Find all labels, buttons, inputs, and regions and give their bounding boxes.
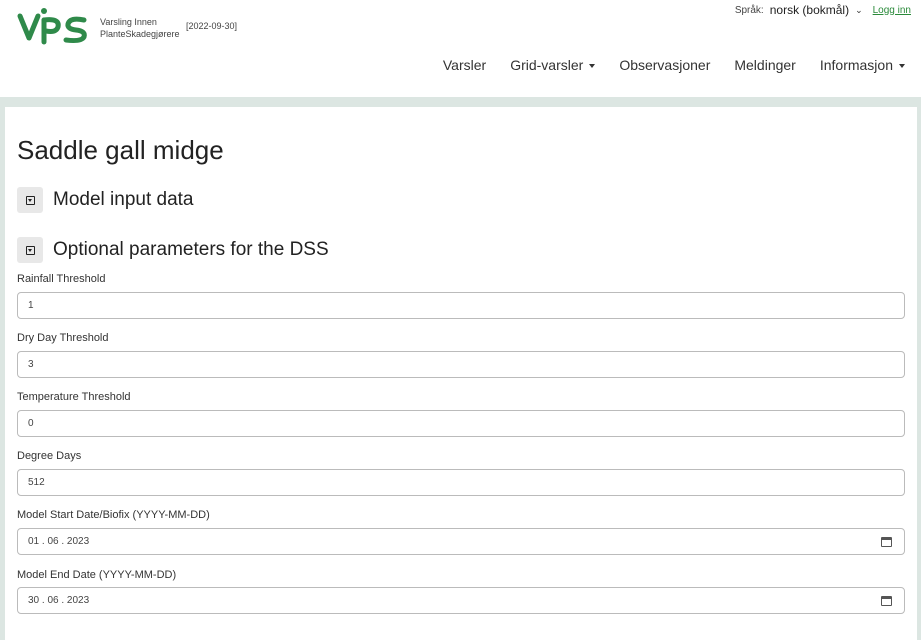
degree-days-input[interactable]: 512 <box>17 469 905 496</box>
login-link[interactable]: Logg inn <box>873 5 911 16</box>
nav-item-varsler[interactable]: Varsler <box>443 57 486 73</box>
section-title: Optional parameters for the DSS <box>53 239 329 260</box>
field-value: 30 . 06 . 2023 <box>28 595 90 606</box>
field-value: 1 <box>28 300 34 311</box>
model-start-date-label: Model Start Date/Biofix (YYYY-MM-DD) <box>17 509 210 521</box>
nav-item-meldinger[interactable]: Meldinger <box>734 57 795 73</box>
nav-item-label: Meldinger <box>734 57 796 73</box>
caret-square-icon <box>25 245 35 255</box>
caret-down-icon <box>589 64 596 68</box>
temperature-threshold-label: Temperature Threshold <box>17 391 131 403</box>
nav-item-grid-varsler[interactable]: Grid-varsler <box>510 57 596 73</box>
section-optional-parameters: Optional parameters for the DSS <box>17 237 329 263</box>
section-title: Model input data <box>53 189 194 210</box>
field-value: 3 <box>28 359 34 370</box>
main-nav: Varsler Grid-varsler Observasjoner Meldi… <box>443 57 905 73</box>
temperature-threshold-input[interactable]: 0 <box>17 410 905 437</box>
nav-item-label: Varsler <box>442 57 487 73</box>
collapse-toggle-button[interactable] <box>17 187 43 213</box>
dry-day-threshold-label: Dry Day Threshold <box>17 332 109 344</box>
language-bar: Språk: norsk (bokmål) ⌄ Logg inn <box>735 3 911 17</box>
degree-days-label: Degree Days <box>17 450 82 462</box>
nav-item-label: Grid-varsler <box>510 57 584 73</box>
language-select[interactable]: norsk (bokmål) ⌄ <box>770 3 863 17</box>
rainfall-threshold-label: Rainfall Threshold <box>17 273 106 285</box>
logo-subtitle-line1: Varsling Innen <box>100 17 157 27</box>
section-model-input-data: Model input data <box>17 187 194 213</box>
content-band: Saddle gall midge Model input data Optio… <box>0 97 921 640</box>
version-date: [2022-09-30] <box>186 21 238 31</box>
dry-day-threshold-input[interactable]: 3 <box>17 351 905 378</box>
rainfall-threshold-input[interactable]: 1 <box>17 292 905 319</box>
nav-item-label: Observasjoner <box>619 57 711 73</box>
language-label: Språk: <box>734 4 764 16</box>
site-header: Varsling Innen PlanteSkadegjørere [2022-… <box>0 0 921 97</box>
field-value: 01 . 06 . 2023 <box>28 536 90 547</box>
model-start-date-input[interactable]: 01 . 06 . 2023 <box>17 528 905 555</box>
calendar-icon[interactable] <box>881 595 892 606</box>
nav-item-label: Informasjon <box>819 57 893 73</box>
field-value: 512 <box>28 477 45 488</box>
page-title: Saddle gall midge <box>17 135 224 165</box>
model-end-date-input[interactable]: 30 . 06 . 2023 <box>17 587 905 614</box>
caret-square-icon <box>25 195 35 205</box>
vips-logo[interactable] <box>16 6 90 46</box>
chevron-down-icon: ⌄ <box>855 4 863 15</box>
caret-down-icon <box>899 64 905 68</box>
model-end-date-label: Model End Date (YYYY-MM-DD) <box>17 569 177 581</box>
logo-subtitle-line2: PlanteSkadegjørere <box>100 29 180 39</box>
collapse-toggle-button[interactable] <box>17 237 43 263</box>
logo-subtitle: Varsling Innen PlanteSkadegjørere <box>100 16 180 40</box>
calendar-icon[interactable] <box>881 536 892 547</box>
language-value: norsk (bokmål) <box>769 3 850 17</box>
nav-item-observasjoner[interactable]: Observasjoner <box>619 57 710 73</box>
field-value: 0 <box>28 418 34 429</box>
content-card: Saddle gall midge Model input data Optio… <box>5 107 917 640</box>
nav-item-informasjon[interactable]: Informasjon <box>820 57 905 73</box>
